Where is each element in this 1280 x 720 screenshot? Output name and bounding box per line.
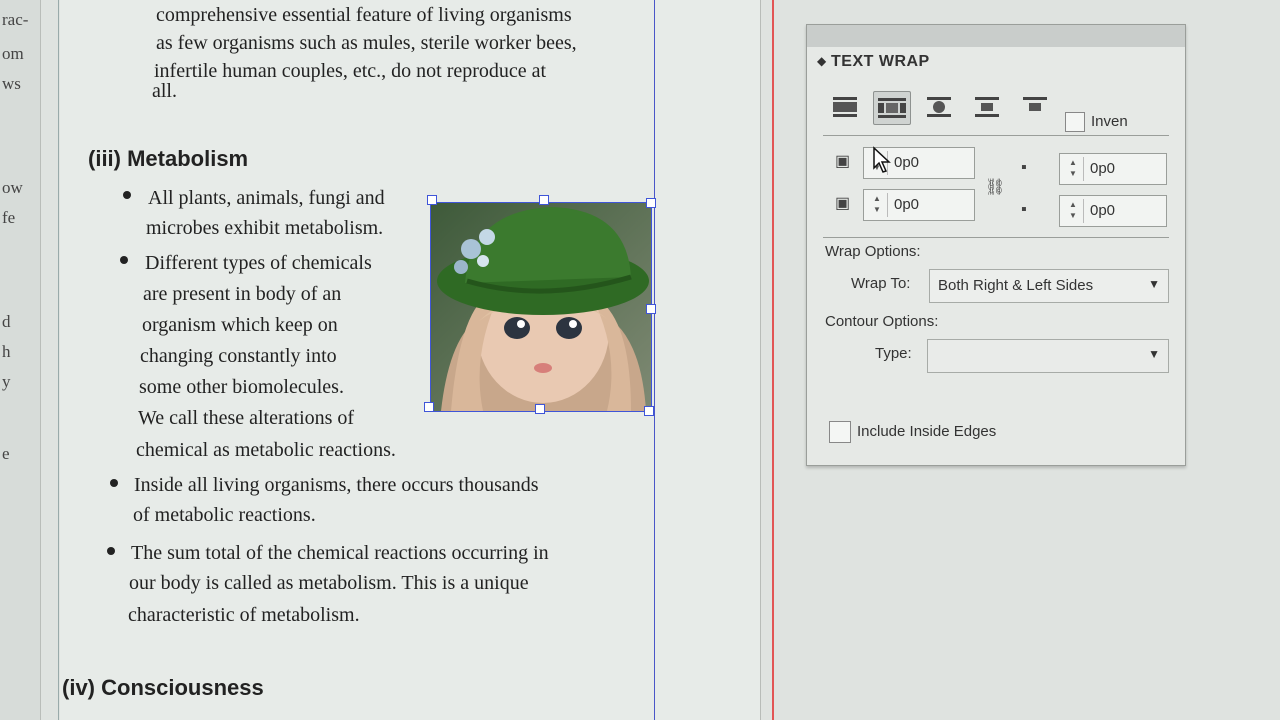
bullet-line: Inside all living organisms, there occur… [134, 474, 539, 496]
bullet-line: some other biomolecules. [139, 376, 344, 398]
bullet [107, 547, 115, 555]
intro-line: as few organisms such as mules, sterile … [156, 32, 577, 54]
fragment-text: h [2, 342, 11, 361]
wrap-to-value: Both Right & Left Sides [938, 277, 1094, 294]
right-offset-field[interactable]: ▲ ▼ 0p0 [1059, 195, 1167, 227]
fragment-text: ow [2, 178, 23, 197]
chevron-down-icon: ▼ [1148, 347, 1160, 361]
bullet-line: of metabolic reactions. [133, 504, 316, 526]
wrap-to-label: Wrap To: [851, 275, 911, 292]
selection-handle[interactable] [646, 304, 656, 314]
bleed-guide [772, 0, 774, 720]
divider [823, 237, 1169, 238]
bottom-offset-field[interactable]: ▲ ▼ 0p0 [863, 189, 975, 221]
previous-page-fragment: rac- om ws ow fe d h y e [0, 0, 41, 720]
bullet-line: organism which keep on [142, 314, 338, 336]
bullet [123, 191, 131, 199]
bullet-line: are present in body of an [143, 283, 342, 305]
link-chain-icon[interactable]: ⛓ [985, 177, 1005, 197]
no-text-wrap-button[interactable] [827, 91, 863, 123]
stepper-arrows[interactable]: ▲▼ [1063, 157, 1084, 181]
girl-portrait-image [431, 203, 651, 411]
bullet-line: Different types of chemicals [145, 252, 372, 274]
page-boundary [760, 0, 761, 720]
left-offset-icon: ▪ [1021, 159, 1027, 176]
page-edge [58, 0, 59, 720]
collapse-icon[interactable]: ◆ [817, 54, 826, 68]
top-offset-icon: ▣ [835, 153, 851, 170]
divider [823, 135, 1169, 136]
intro-line: infertile human couples, etc., do not re… [154, 60, 547, 82]
include-inside-edges-checkbox[interactable] [829, 421, 851, 443]
chevron-down-icon: ▼ [1148, 277, 1160, 291]
invert-label: Inven [1091, 113, 1128, 130]
stepper-arrows[interactable]: ▲▼ [1063, 199, 1084, 223]
selection-handle[interactable] [424, 402, 434, 412]
placed-image-frame[interactable] [430, 202, 652, 412]
bullet-line: chemical as metabolic reactions. [136, 439, 396, 461]
left-offset-field[interactable]: ▲ ▼ 0p0 [1059, 153, 1167, 185]
selection-handle[interactable] [535, 404, 545, 414]
top-offset-value: 0p0 [894, 154, 920, 171]
bottom-offset-value: 0p0 [894, 196, 920, 213]
bullet-line: We call these alterations of [138, 407, 355, 429]
bullet [110, 479, 118, 487]
selection-handle[interactable] [539, 195, 549, 205]
bullet-line: characteristic of metabolism. [128, 604, 360, 626]
selection-handle[interactable] [644, 406, 654, 416]
wrap-to-dropdown[interactable]: Both Right & Left Sides ▼ [929, 269, 1169, 303]
fragment-text: rac- [2, 10, 29, 29]
bullet-line: our body is called as metabolism. This i… [129, 572, 529, 594]
bottom-offset-icon: ▣ [835, 195, 851, 212]
jump-object-button[interactable] [969, 91, 1005, 123]
bullet-line: microbes exhibit metabolism. [146, 217, 384, 239]
bullet-line: changing constantly into [140, 345, 337, 367]
bullet-line: The sum total of the chemical reactions … [131, 542, 549, 564]
bullet [120, 256, 128, 264]
stepper-arrows[interactable]: ▲▼ [867, 193, 888, 217]
contour-options-label: Contour Options: [825, 313, 939, 330]
fragment-text: om [2, 44, 24, 63]
fragment-text: d [2, 312, 11, 331]
right-offset-value: 0p0 [1090, 202, 1116, 219]
bullet-line: All plants, animals, fungi and [148, 187, 385, 209]
invert-checkbox[interactable] [1065, 112, 1085, 132]
fragment-text: e [2, 444, 10, 463]
panel-title: TEXT WRAP [831, 53, 930, 70]
fragment-text: ws [2, 74, 21, 93]
wrap-bounding-box-button[interactable] [873, 91, 911, 125]
include-inside-edges-label: Include Inside Edges [857, 423, 997, 440]
intro-line: comprehensive essential feature of livin… [156, 4, 572, 26]
fragment-text: fe [2, 208, 16, 227]
type-label: Type: [875, 345, 912, 362]
contour-type-dropdown[interactable]: ▼ [927, 339, 1169, 373]
heading-consciousness: (iv) Consciousness [62, 675, 264, 700]
mouse-cursor-icon [873, 146, 891, 173]
selection-handle[interactable] [646, 198, 656, 208]
fragment-text: y [2, 372, 11, 391]
wrap-options-label: Wrap Options: [825, 243, 921, 260]
panel-titlebar[interactable] [807, 25, 1185, 47]
right-offset-icon: ▪ [1021, 201, 1027, 218]
left-offset-value: 0p0 [1090, 160, 1116, 177]
wrap-object-shape-button[interactable] [921, 91, 957, 123]
jump-to-next-column-button[interactable] [1017, 91, 1053, 123]
text-wrap-panel: ◆ TEXT WRAP Inven ▣ ▲▼ 0p0 ▣ ▲▼ 0p0 ⛓ ▪ … [806, 24, 1186, 466]
intro-line: all. [152, 80, 177, 102]
heading-metabolism: (iii) Metabolism [88, 146, 249, 171]
selection-handle[interactable] [427, 195, 437, 205]
